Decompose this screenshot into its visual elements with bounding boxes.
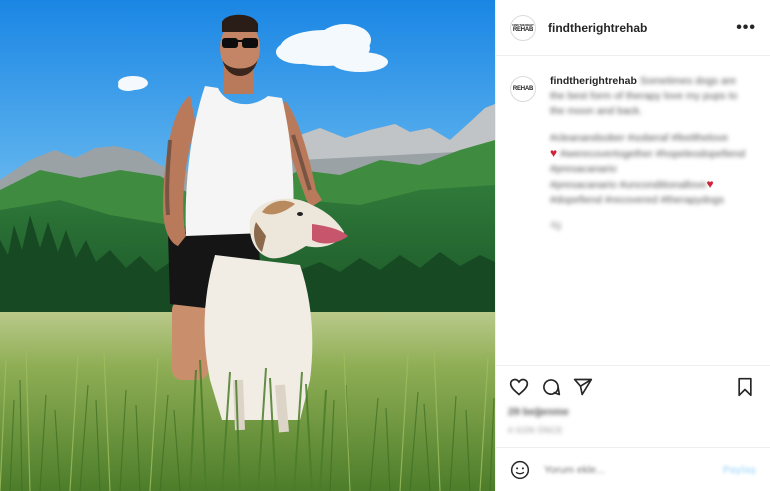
comment-icon[interactable] — [540, 376, 562, 398]
comment-bar: Paylaş — [496, 447, 770, 491]
caption-username[interactable]: findtherightrehab — [550, 75, 637, 87]
hashtag-line-2[interactable]: #werecovertogether #hopeleodopefiend #pr… — [550, 148, 745, 175]
red-heart-icon: ♥ — [706, 177, 714, 191]
photo-illustration — [0, 0, 495, 491]
comment-input[interactable] — [542, 462, 706, 477]
share-icon[interactable] — [572, 376, 594, 398]
caption-section: REHAB findtherightrehab Sometimes dogs a… — [496, 56, 770, 365]
post-side-panel: FIND THE RIGHT REHAB findtherightrehab •… — [495, 0, 770, 491]
hashtag-line-4[interactable]: #dopefiend #recovered #therapydogs — [550, 194, 724, 206]
post-header: FIND THE RIGHT REHAB findtherightrehab •… — [496, 0, 770, 56]
heart-icon[interactable] — [508, 376, 530, 398]
instagram-post: FIND THE RIGHT REHAB findtherightrehab •… — [0, 0, 770, 491]
header-username[interactable]: findtherightrehab — [548, 21, 647, 35]
caption-text: findtherightrehab Sometimes dogs are the… — [550, 74, 750, 119]
caption-hashtags: #cleanandsober #soberaf #feelthelove ♥ #… — [550, 131, 750, 208]
post-date: 4 GÜN ÖNCE — [508, 426, 563, 435]
red-heart-icon: ♥ — [550, 146, 558, 160]
post-actions: 29 beğenme 4 GÜN ÖNCE — [496, 365, 770, 435]
hashtag-line-1[interactable]: #cleanandsober #soberaf #feelthelove — [550, 132, 728, 144]
more-icon[interactable]: ••• — [736, 19, 756, 37]
avatar-logo-text: FIND THE RIGHT REHAB — [512, 22, 534, 33]
action-icons-row — [508, 372, 756, 402]
post-comment-button[interactable]: Paylaş — [723, 464, 756, 476]
caption-body: findtherightrehab Sometimes dogs are the… — [550, 74, 750, 233]
hashtag-line-3[interactable]: #presacanario #unconditionallove — [550, 179, 706, 191]
bookmark-icon[interactable] — [734, 376, 756, 398]
post-photo[interactable] — [0, 0, 495, 491]
caption-timestamp: 4g — [550, 220, 562, 231]
caption-avatar-text: REHAB — [512, 86, 534, 92]
profile-avatar[interactable]: FIND THE RIGHT REHAB — [510, 14, 536, 41]
caption-avatar[interactable]: REHAB — [510, 76, 536, 102]
likes-count[interactable]: 29 beğenme — [508, 406, 756, 418]
emoji-icon[interactable] — [510, 460, 530, 480]
